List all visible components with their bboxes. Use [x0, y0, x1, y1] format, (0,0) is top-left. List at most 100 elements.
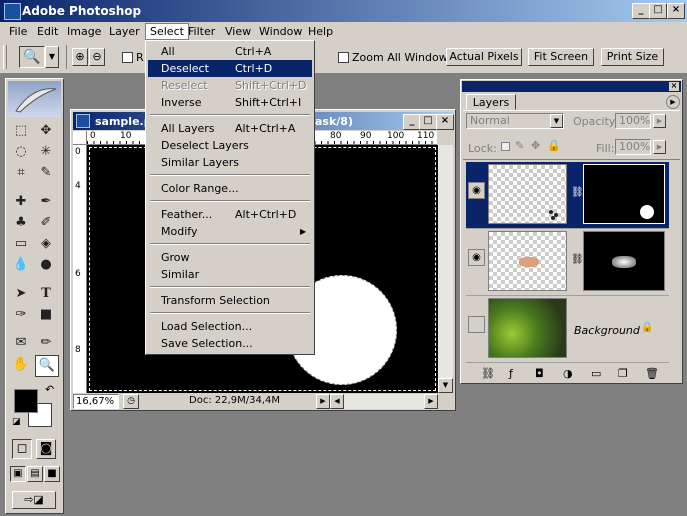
layer-mask-thumbnail[interactable] [583, 231, 665, 291]
screen-mode-standard-icon[interactable]: ▣ [10, 466, 26, 482]
lock-transparency-icon[interactable] [501, 142, 510, 151]
menu-item-all[interactable]: All Ctrl+A [148, 43, 312, 60]
panel-menu-icon[interactable]: ▶ [666, 95, 680, 109]
status-menu-arrow-icon[interactable]: ▶ [316, 394, 330, 409]
screen-mode-full-icon[interactable]: ■ [44, 466, 60, 482]
menu-item-deselect[interactable]: Deselect Ctrl+D [148, 60, 312, 77]
menu-item-similar[interactable]: Similar [148, 266, 312, 283]
link-layers-icon[interactable]: ⛓ [481, 367, 495, 380]
pen-tool-icon[interactable]: ✑ [10, 305, 32, 325]
adjustment-layer-icon[interactable]: ◑ [563, 367, 573, 380]
jump-to-imageready-icon[interactable]: ⇨◪ [12, 491, 56, 509]
visibility-box[interactable] [468, 316, 485, 333]
menu-view[interactable]: View [225, 25, 251, 38]
ruler-origin[interactable] [73, 131, 87, 145]
move-tool-icon[interactable]: ✥ [35, 121, 57, 141]
layer-row-selected[interactable]: ◉ ⛓ [466, 162, 669, 229]
eyedropper-tool-icon[interactable]: ✏ [35, 333, 57, 353]
lock-all-icon[interactable]: 🔒 [547, 139, 561, 152]
horizontal-scrollbar[interactable]: ◀ ▶ [330, 394, 438, 409]
layer-thumbnail[interactable] [488, 231, 567, 291]
menu-file[interactable]: File [9, 25, 27, 38]
standard-mode-icon[interactable]: ◻ [12, 439, 32, 459]
minimize-button[interactable]: _ [632, 3, 650, 19]
menu-item-load-selection[interactable]: Load Selection... [148, 318, 312, 335]
layer-name-background[interactable]: Background [574, 324, 640, 337]
mask-link-icon[interactable]: ⛓ [571, 187, 584, 198]
preset-dropdown-icon[interactable]: ▼ [45, 46, 59, 68]
new-layer-icon[interactable]: ❐ [618, 367, 628, 380]
actual-pixels-button[interactable]: Actual Pixels [446, 48, 522, 66]
paint-bucket-tool-icon[interactable]: ◈ [35, 234, 57, 254]
vertical-ruler[interactable]: 0 4 6 8 [73, 145, 87, 393]
menu-item-modify[interactable]: Modify ▶ [148, 223, 312, 240]
foreground-color-swatch[interactable] [14, 389, 38, 413]
lasso-tool-icon[interactable]: ◌ [10, 142, 32, 162]
new-group-icon[interactable]: ▭ [591, 367, 601, 380]
blur-tool-icon[interactable]: 💧 [10, 255, 32, 275]
fill-slider-icon[interactable]: ▶ [653, 140, 666, 154]
swap-colors-icon[interactable]: ↶ [45, 383, 54, 396]
close-button[interactable]: × [667, 3, 685, 19]
resize-windows-checkbox[interactable] [122, 52, 133, 63]
layer-mask-thumbnail[interactable] [583, 164, 665, 224]
slice-tool-icon[interactable]: ✎ [35, 163, 57, 183]
fit-screen-button[interactable]: Fit Screen [528, 48, 594, 66]
layers-panel-close-button[interactable]: × [669, 82, 679, 91]
brush-tool-icon[interactable]: ✒ [35, 192, 57, 212]
dodge-tool-icon[interactable]: ● [35, 255, 57, 275]
zoom-all-windows-checkbox[interactable] [338, 52, 349, 63]
hand-tool-icon[interactable]: ✋ [10, 355, 32, 375]
menu-item-save-selection[interactable]: Save Selection... [148, 335, 312, 352]
type-tool-icon[interactable]: T [35, 284, 57, 304]
trash-icon[interactable]: 🗑 [645, 367, 659, 380]
vertical-scrollbar[interactable]: ▼ [438, 145, 453, 393]
history-brush-tool-icon[interactable]: ✐ [35, 213, 57, 233]
crop-tool-icon[interactable]: ⌗ [10, 163, 32, 183]
menu-item-grow[interactable]: Grow [148, 249, 312, 266]
print-size-button[interactable]: Print Size [601, 48, 664, 66]
visibility-eye-icon[interactable]: ◉ [468, 249, 485, 266]
fill-field[interactable]: 100% [615, 139, 651, 155]
menu-item-inverse[interactable]: Inverse Shift+Ctrl+I [148, 94, 312, 111]
menu-edit[interactable]: Edit [37, 25, 58, 38]
menu-item-feather[interactable]: Feather... Alt+Ctrl+D [148, 206, 312, 223]
layer-thumbnail[interactable] [488, 164, 567, 224]
menu-window[interactable]: Window [259, 25, 302, 38]
menu-select[interactable]: Select [145, 23, 189, 40]
menu-filter[interactable]: Filter [188, 25, 215, 38]
quick-mask-mode-icon[interactable]: ◙ [36, 439, 56, 459]
background-thumbnail[interactable] [488, 298, 567, 358]
blend-mode-dropdown-icon[interactable]: ▼ [550, 114, 563, 128]
default-colors-icon[interactable]: ◪ [12, 417, 21, 427]
menu-item-all-layers[interactable]: All Layers Alt+Ctrl+A [148, 120, 312, 137]
menu-item-similar-layers[interactable]: Similar Layers [148, 154, 312, 171]
menu-item-color-range[interactable]: Color Range... [148, 180, 312, 197]
status-preview-icon[interactable]: ◷ [123, 394, 139, 409]
menu-item-deselect-layers[interactable]: Deselect Layers [148, 137, 312, 154]
opacity-slider-icon[interactable]: ▶ [653, 114, 666, 128]
mask-link-icon[interactable]: ⛓ [571, 254, 584, 265]
layer-style-icon[interactable]: ƒ [509, 367, 513, 380]
shape-tool-icon[interactable]: ■ [35, 305, 57, 325]
layer-row-background[interactable]: Background 🔒 [466, 296, 669, 363]
lock-position-icon[interactable]: ✥ [531, 139, 540, 152]
add-mask-icon[interactable]: ◘ [535, 367, 544, 380]
menu-layer[interactable]: Layer [109, 25, 140, 38]
scroll-down-icon[interactable]: ▼ [438, 378, 453, 393]
lock-pixels-icon[interactable]: ✎ [515, 139, 524, 152]
zoom-tool-icon[interactable]: 🔍 [35, 355, 59, 377]
path-selection-tool-icon[interactable]: ➤ [10, 284, 32, 304]
eraser-tool-icon[interactable]: ▭ [10, 234, 32, 254]
clone-stamp-tool-icon[interactable]: ♣ [10, 213, 32, 233]
scroll-right-icon[interactable]: ▶ [424, 394, 438, 409]
marquee-tool-icon[interactable]: ⬚ [10, 121, 32, 141]
menu-item-transform-selection[interactable]: Transform Selection [148, 292, 312, 309]
visibility-eye-icon[interactable]: ◉ [468, 182, 485, 199]
healing-brush-tool-icon[interactable]: ✚ [10, 192, 32, 212]
menu-help[interactable]: Help [308, 25, 333, 38]
scroll-left-icon[interactable]: ◀ [330, 394, 344, 409]
opacity-field[interactable]: 100% [615, 113, 651, 129]
screen-mode-menu-icon[interactable]: ▤ [27, 466, 43, 482]
document-maximize-button[interactable]: □ [419, 114, 437, 130]
